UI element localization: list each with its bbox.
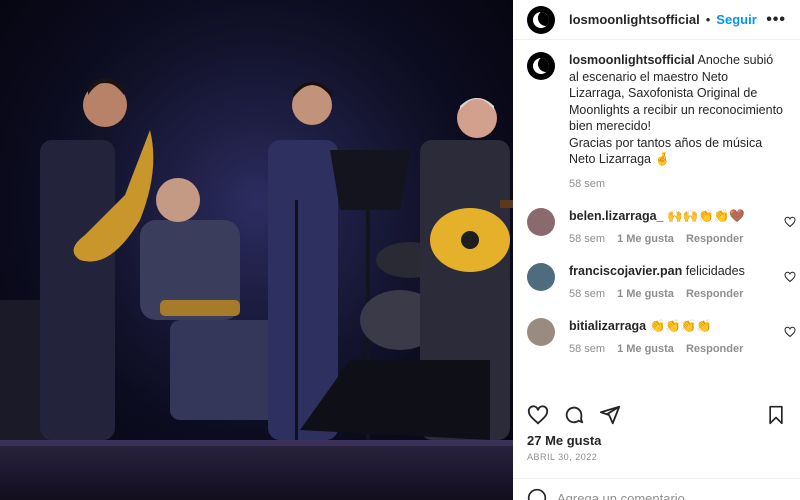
post-side-panel: losmoonlightsofficial • Seguir ••• losmo…	[513, 0, 800, 500]
comment-meta: 58 sem 1 Me gusta Responder	[569, 341, 774, 357]
commenter-avatar[interactable]	[527, 318, 555, 346]
comment-username[interactable]: bitializarraga	[569, 319, 646, 333]
comments-area[interactable]: losmoonlightsofficial Anoche subió al es…	[513, 52, 800, 392]
comment-item: belen.lizarraga_ 🙌🙌👏👏🤎 58 sem 1 Me gusta…	[513, 208, 800, 247]
comment-time: 58 sem	[569, 233, 606, 245]
comment-body: belen.lizarraga_ 🙌🙌👏👏🤎 58 sem 1 Me gusta…	[569, 208, 774, 247]
comment-meta: 58 sem 1 Me gusta Responder	[569, 231, 774, 247]
concert-photo-illustration	[0, 0, 513, 500]
comment-likes[interactable]: 1 Me gusta	[617, 341, 674, 357]
post-header: losmoonlightsofficial • Seguir •••	[513, 0, 800, 40]
heart-icon[interactable]	[527, 404, 549, 426]
commenter-avatar[interactable]	[527, 263, 555, 291]
post-actions	[513, 400, 800, 430]
bookmark-icon[interactable]	[766, 404, 786, 426]
post-photo[interactable]	[0, 0, 513, 500]
reply-button[interactable]: Responder	[686, 231, 743, 247]
post-date: ABRIL 30, 2022	[527, 452, 598, 462]
caption-text-2: Gracias por tantos años de música Neto L…	[569, 135, 763, 167]
add-comment-row[interactable]: Agrega un comentario...	[527, 488, 696, 500]
comment-text: 👏👏👏👏	[649, 319, 712, 333]
commenter-avatar[interactable]	[527, 208, 555, 236]
comment-item: bitializarraga 👏👏👏👏 58 sem 1 Me gusta Re…	[513, 318, 800, 357]
comment-likes[interactable]: 1 Me gusta	[617, 286, 674, 302]
post-caption: losmoonlightsofficial Anoche subió al es…	[513, 52, 800, 192]
reply-button[interactable]: Responder	[686, 341, 743, 357]
more-options-icon[interactable]: •••	[766, 11, 786, 29]
account-avatar[interactable]	[527, 5, 555, 34]
comment-time: 58 sem	[569, 288, 606, 300]
comment-body: franciscojavier.pan felicidades 58 sem 1…	[569, 263, 774, 302]
comment-heart-icon[interactable]	[784, 271, 796, 283]
comment-likes[interactable]: 1 Me gusta	[617, 231, 674, 247]
comment-item: franciscojavier.pan felicidades 58 sem 1…	[513, 263, 800, 302]
reply-button[interactable]: Responder	[686, 286, 743, 302]
comment-heart-icon[interactable]	[784, 216, 796, 228]
comment-body: bitializarraga 👏👏👏👏 58 sem 1 Me gusta Re…	[569, 318, 774, 357]
follow-button[interactable]: Seguir	[716, 12, 756, 27]
account-username[interactable]: losmoonlightsofficial	[569, 12, 700, 27]
comment-text: 🙌🙌👏👏🤎	[666, 209, 745, 223]
divider	[513, 478, 800, 479]
caption-time: 58 sem	[569, 177, 606, 190]
comment-time: 58 sem	[569, 343, 606, 355]
account-avatar[interactable]	[527, 52, 555, 80]
comment-input[interactable]: Agrega un comentario...	[557, 491, 696, 500]
moon-logo-icon	[533, 11, 549, 28]
comment-text: felicidades	[685, 264, 745, 278]
moon-logo-icon	[533, 58, 549, 74]
caption-username[interactable]: losmoonlightsofficial	[569, 53, 695, 67]
emoji-icon[interactable]	[527, 488, 547, 500]
comment-icon[interactable]	[563, 404, 585, 426]
comment-username[interactable]: belen.lizarraga_	[569, 209, 664, 223]
comment-username[interactable]: franciscojavier.pan	[569, 264, 682, 278]
separator-dot: •	[705, 12, 711, 27]
likes-count[interactable]: 27 Me gusta	[527, 433, 601, 448]
comment-heart-icon[interactable]	[784, 326, 796, 338]
share-icon[interactable]	[599, 404, 621, 426]
comment-meta: 58 sem 1 Me gusta Responder	[569, 286, 774, 302]
caption-body: losmoonlightsofficial Anoche subió al es…	[569, 52, 786, 192]
